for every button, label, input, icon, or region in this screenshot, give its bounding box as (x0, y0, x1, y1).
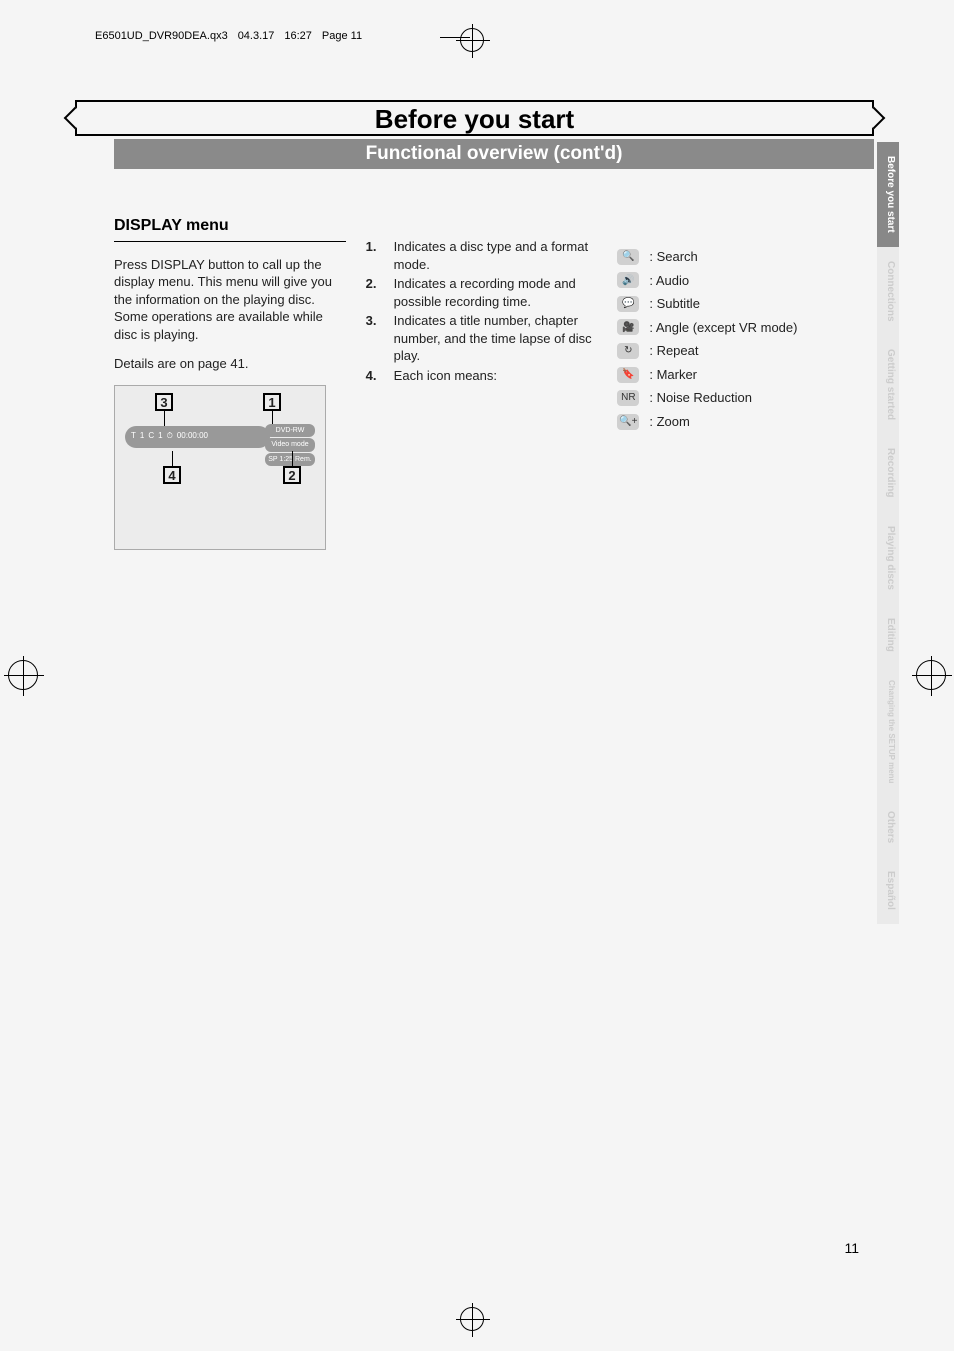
angle-icon: 🎥 (617, 319, 639, 335)
callout-4: 4 (163, 466, 181, 484)
rec-time-pill: SP 1:25 Rem. (265, 453, 315, 466)
icon-label: : Subtitle (649, 295, 700, 313)
icon-label: : Audio (649, 272, 689, 290)
filename: E6501UD_DVR90DEA.qx3 (95, 30, 228, 42)
icon-label: : Noise Reduction (649, 389, 752, 407)
list-item: ↻ : Repeat (617, 342, 849, 360)
page-subtitle: Functional overview (cont'd) (114, 139, 874, 169)
list-item: 🔍 : Search (617, 248, 849, 266)
file-meta: E6501UD_DVR90DEA.qx3 04.3.17 16:27 Page … (95, 30, 362, 42)
tab-espanol[interactable]: Español (877, 857, 899, 924)
diagram-status-bar: T 1 C 1 ⏱ 00:00:00 (125, 426, 270, 448)
section-heading: DISPLAY menu (114, 215, 346, 242)
file-time: 16:27 (284, 30, 312, 42)
audio-icon: 🔊 (617, 272, 639, 288)
item-text: Indicates a disc type and a format mode. (394, 238, 598, 273)
item-text: Each icon means: (394, 367, 497, 385)
tab-getting-started[interactable]: Getting started (877, 335, 899, 434)
tab-others[interactable]: Others (877, 797, 899, 857)
format-mode-pill: Video mode (265, 438, 315, 451)
callout-line (172, 451, 173, 466)
callout-line (292, 451, 293, 466)
details-line: Details are on page 41. (114, 355, 346, 373)
item-number: 3. (366, 312, 384, 365)
item-number: 4. (366, 367, 384, 385)
chapter-letter: C (148, 431, 154, 442)
icon-label: : Repeat (649, 342, 698, 360)
list-item: 🎥 : Angle (except VR mode) (617, 319, 849, 337)
file-page: Page 11 (322, 30, 362, 42)
column-middle: 1. Indicates a disc type and a format mo… (366, 215, 598, 550)
repeat-icon: ↻ (617, 343, 639, 359)
list-item: 2. Indicates a recording mode and possib… (366, 275, 598, 310)
list-item: 💬 : Subtitle (617, 295, 849, 313)
title-number: 1 (140, 431, 144, 442)
tab-recording[interactable]: Recording (877, 434, 899, 511)
list-item: 🔍+ : Zoom (617, 413, 849, 431)
column-left: DISPLAY menu Press DISPLAY button to cal… (114, 215, 346, 550)
page: E6501UD_DVR90DEA.qx3 04.3.17 16:27 Page … (0, 0, 954, 1351)
icon-label: : Zoom (649, 413, 689, 431)
item-number: 1. (366, 238, 384, 273)
list-item: 3. Indicates a title number, chapter num… (366, 312, 598, 365)
tab-connections[interactable]: Connections (877, 247, 899, 336)
registration-mark-icon (460, 1307, 484, 1331)
zoom-icon: 🔍+ (617, 414, 639, 430)
icon-label: : Angle (except VR mode) (649, 319, 797, 337)
callout-line (164, 411, 165, 426)
icon-legend-list: 🔍 : Search 🔊 : Audio 💬 : Subtitle 🎥 : An… (617, 248, 849, 430)
title-letter: T (131, 431, 136, 442)
column-right: 🔍 : Search 🔊 : Audio 💬 : Subtitle 🎥 : An… (617, 215, 849, 550)
item-text: Indicates a recording mode and possible … (394, 275, 598, 310)
callout-3: 3 (155, 393, 173, 411)
list-item: 🔖 : Marker (617, 366, 849, 384)
display-diagram: 3 1 T 1 C 1 ⏱ 00:00:00 DVD-RW Video mode… (114, 385, 326, 550)
subtitle-icon: 💬 (617, 296, 639, 312)
section-tabs: Before you start Connections Getting sta… (877, 142, 899, 924)
time-value: 00:00:00 (177, 431, 208, 442)
list-item: NR : Noise Reduction (617, 389, 849, 407)
clock-icon: ⏱ (167, 431, 173, 442)
tab-playing-discs[interactable]: Playing discs (877, 512, 899, 604)
icon-label: : Marker (649, 366, 697, 384)
disc-type-pill: DVD-RW (265, 424, 315, 437)
icon-label: : Search (649, 248, 697, 266)
chapter-number: 1 (158, 431, 162, 442)
registration-mark-icon (460, 28, 484, 52)
marker-icon: 🔖 (617, 367, 639, 383)
page-number: 11 (844, 1240, 859, 1256)
file-date: 04.3.17 (238, 30, 275, 42)
list-item: 4. Each icon means: (366, 367, 598, 385)
list-item: 1. Indicates a disc type and a format mo… (366, 238, 598, 273)
callout-1: 1 (263, 393, 281, 411)
item-number: 2. (366, 275, 384, 310)
noise-reduction-icon: NR (617, 390, 639, 406)
tab-editing[interactable]: Editing (877, 604, 899, 666)
item-text: Indicates a title number, chapter number… (394, 312, 598, 365)
intro-paragraph: Press DISPLAY button to call up the disp… (114, 256, 346, 344)
registration-mark-icon (8, 660, 38, 690)
numbered-list: 1. Indicates a disc type and a format mo… (366, 238, 598, 384)
search-icon: 🔍 (617, 249, 639, 265)
callout-2: 2 (283, 466, 301, 484)
list-item: 🔊 : Audio (617, 272, 849, 290)
registration-mark-icon (916, 660, 946, 690)
tab-changing-setup[interactable]: Changing the SETUP menu (877, 666, 899, 797)
title-bar: Before you start (75, 100, 874, 136)
content: DISPLAY menu Press DISPLAY button to cal… (114, 215, 849, 550)
page-title: Before you start (77, 102, 872, 136)
tab-before-you-start[interactable]: Before you start (877, 142, 899, 247)
diagram-right-pills: DVD-RW Video mode SP 1:25 Rem. (265, 424, 315, 466)
